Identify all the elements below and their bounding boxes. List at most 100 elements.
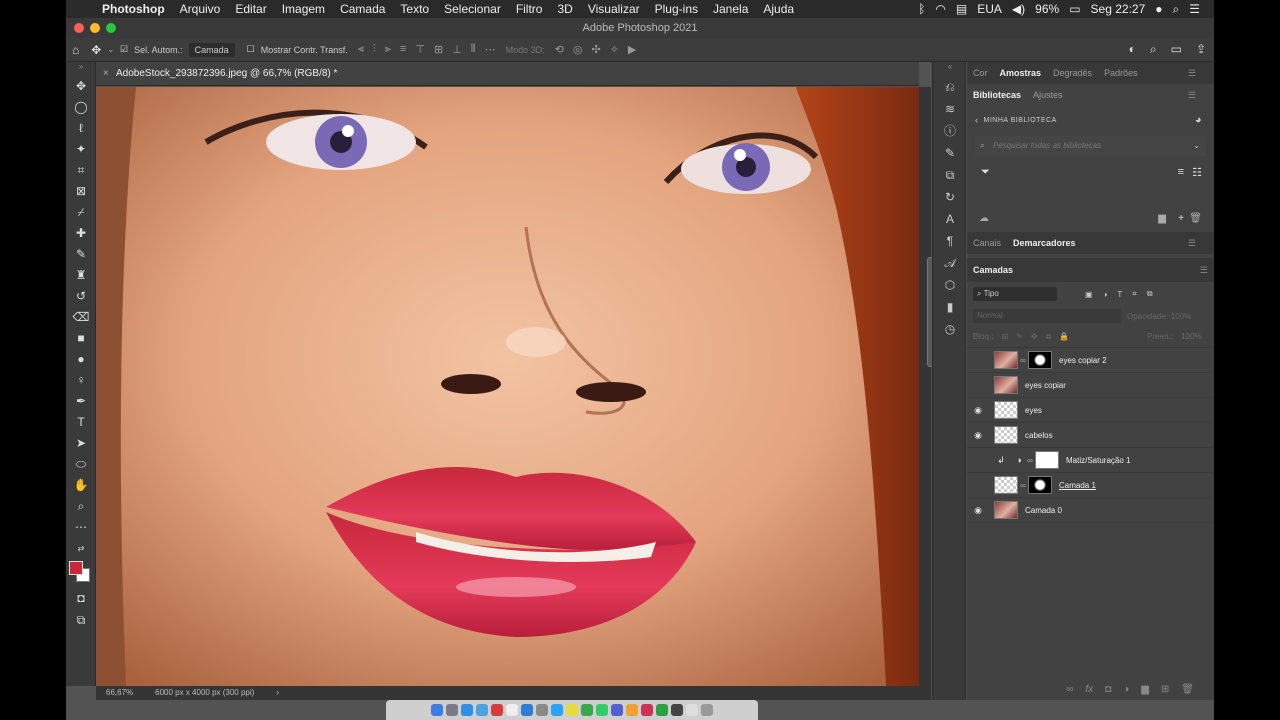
link-icon[interactable]: ∞	[1018, 481, 1028, 490]
layer-name[interactable]: cabelos	[1025, 431, 1053, 440]
dock-app-icon[interactable]	[641, 704, 653, 716]
eyedropper-icon[interactable]: ⌿	[66, 202, 96, 223]
layer-name[interactable]: Camada 1	[1059, 481, 1096, 490]
history-panel-icon[interactable]: ⎌	[933, 76, 967, 98]
menu-ajuda[interactable]: Ajuda	[763, 2, 794, 16]
status-chevron-icon[interactable]: ›	[276, 686, 279, 700]
panel-menu-icon[interactable]: ☰	[1200, 265, 1208, 276]
wifi-icon[interactable]: ◠	[935, 2, 945, 16]
layer-row[interactable]: ∞ Camada 1	[967, 473, 1214, 498]
tab-camadas[interactable]: Camadas	[973, 265, 1013, 275]
zoom-level[interactable]: 66,67%	[106, 686, 133, 700]
layer-mask-thumbnail[interactable]	[1035, 451, 1059, 469]
add-mask-icon[interactable]: ◘	[1105, 684, 1111, 695]
list-view-icon[interactable]: ☷	[1192, 166, 1202, 179]
crop-tool-icon[interactable]: ⌗	[66, 160, 96, 181]
new-layer-icon[interactable]: ⊞	[1161, 684, 1169, 695]
rotate-icon[interactable]: ↻	[933, 186, 967, 208]
menu-editar[interactable]: Editar	[235, 2, 266, 16]
paragraph-panel-icon[interactable]: ¶	[933, 230, 967, 252]
glyphs-panel-icon[interactable]: 𝒜	[933, 252, 967, 274]
distribute-icon[interactable]: ≡	[400, 43, 406, 56]
layer-row[interactable]: ∞ eyes copiar 2	[967, 348, 1214, 373]
ellipse-shape-icon[interactable]: ⬭	[66, 454, 96, 475]
filter-icon[interactable]: ⏷	[981, 166, 990, 179]
tab-amostras[interactable]: Amostras	[1000, 68, 1042, 78]
library-search-input[interactable]: ⌕ Pesquisar todas as bibliotecas ⌄	[975, 136, 1206, 156]
new-adjustment-icon[interactable]: ◑	[1123, 684, 1129, 695]
align-left-icon[interactable]: ⫷	[358, 43, 364, 56]
tab-canais[interactable]: Canais	[973, 238, 1001, 248]
user-icon[interactable]: ●	[1155, 2, 1162, 16]
tab-demarcadores[interactable]: Demarcadores	[1013, 238, 1076, 248]
dock-preferences-icon[interactable]	[536, 704, 548, 716]
layer-name[interactable]: Camada 0	[1025, 506, 1062, 515]
lock-all-icon[interactable]: 🔒	[1059, 332, 1069, 341]
move-tool-icon[interactable]: ✥	[91, 43, 101, 57]
back-chevron-icon[interactable]: ‹	[975, 115, 979, 125]
align-top-icon[interactable]: ⊤	[415, 43, 425, 56]
align-right-icon[interactable]: ⫸	[385, 43, 391, 56]
keyboard-layout[interactable]: EUA	[977, 2, 1002, 16]
menu-app[interactable]: Photoshop	[102, 2, 165, 16]
panel-menu-icon[interactable]: ☰	[1188, 90, 1196, 101]
clone-stamp-icon[interactable]: ♜	[66, 265, 96, 286]
info-panel-icon[interactable]: ⓘ	[933, 120, 967, 142]
collapse-toolbar-icon[interactable]: »	[66, 62, 96, 76]
dock-teams-icon[interactable]	[611, 704, 623, 716]
auto-select-checkbox[interactable]: ☑	[120, 44, 128, 55]
dock-trash-icon[interactable]	[701, 704, 713, 716]
layer-name[interactable]: eyes copiar	[1025, 381, 1066, 390]
new-group-icon[interactable]: ▆	[1141, 684, 1149, 695]
link-icon[interactable]: ∞	[1018, 356, 1028, 365]
dock-launchpad-icon[interactable]	[446, 704, 458, 716]
trash-icon[interactable]: 🗑	[1189, 213, 1202, 224]
tab-cor[interactable]: Cor	[973, 68, 988, 78]
menu-arquivo[interactable]: Arquivo	[180, 2, 221, 16]
close-tab-icon[interactable]: ×	[103, 62, 109, 86]
layer-name[interactable]: eyes	[1025, 406, 1042, 415]
zoom-window-button[interactable]	[106, 23, 116, 33]
menu-visualizar[interactable]: Visualizar	[588, 2, 640, 16]
dock-music-icon[interactable]	[491, 704, 503, 716]
align-middle-icon[interactable]: ⊞	[434, 43, 443, 56]
menu-texto[interactable]: Texto	[400, 2, 429, 16]
volume-icon[interactable]: ◀)	[1012, 2, 1025, 16]
align-center-icon[interactable]: ⫶	[373, 43, 376, 56]
home-icon[interactable]: ⌂	[72, 43, 79, 57]
dock-finder-icon[interactable]	[431, 704, 443, 716]
chevron-down-icon[interactable]: ⌄	[1193, 136, 1200, 156]
dock-terminal-icon[interactable]	[671, 704, 683, 716]
workspace-icon[interactable]: ▭	[1171, 42, 1182, 57]
share-account-icon[interactable]: ◐	[1129, 42, 1136, 57]
layer-row[interactable]: ◉ cabelos	[967, 423, 1214, 448]
tab-degrades[interactable]: Degradês	[1053, 68, 1092, 78]
orbit-3d-icon[interactable]: ⟲	[555, 43, 564, 56]
tab-bibliotecas[interactable]: Bibliotecas	[973, 90, 1021, 100]
library-header[interactable]: ‹ MINHA BIBLIOTECA ◕	[967, 106, 1214, 134]
slide-3d-icon[interactable]: ✧	[610, 43, 619, 56]
show-transform-checkbox[interactable]: ☐	[247, 44, 255, 55]
tab-ajustes[interactable]: Ajustes	[1033, 90, 1063, 100]
lock-artboard-icon[interactable]: ⧉	[1046, 332, 1052, 342]
battery-icon[interactable]: ▭	[1069, 2, 1080, 16]
dock-whatsapp-icon[interactable]	[656, 704, 668, 716]
filter-type-icon[interactable]: T	[1117, 290, 1122, 299]
menu-filtro[interactable]: Filtro	[516, 2, 543, 16]
eye-icon[interactable]: ◉	[967, 405, 989, 416]
dock-mail-icon[interactable]	[476, 704, 488, 716]
dock-preview-icon[interactable]	[686, 704, 698, 716]
brush-settings-icon[interactable]: ✎	[933, 142, 967, 164]
link-layers-icon[interactable]: ∞	[1066, 684, 1073, 695]
battery-percent[interactable]: 96%	[1035, 2, 1059, 16]
document-tab[interactable]: × AdobeStock_293872396.jpeg @ 66,7% (RGB…	[96, 62, 919, 86]
tab-padroes[interactable]: Padrões	[1104, 68, 1138, 78]
dock-photoshop-icon[interactable]	[551, 704, 563, 716]
filter-smartobject-icon[interactable]: ⧉	[1147, 289, 1153, 299]
screen-mode-icon[interactable]: ⧉	[66, 610, 96, 631]
dock-safari-icon[interactable]	[461, 704, 473, 716]
gradient-tool-icon[interactable]: ■	[66, 328, 96, 349]
eye-icon[interactable]: ◉	[967, 430, 989, 441]
lock-transparent-icon[interactable]: ⊞	[1001, 332, 1008, 341]
lasso-tool-icon[interactable]: ℓ	[66, 118, 96, 139]
